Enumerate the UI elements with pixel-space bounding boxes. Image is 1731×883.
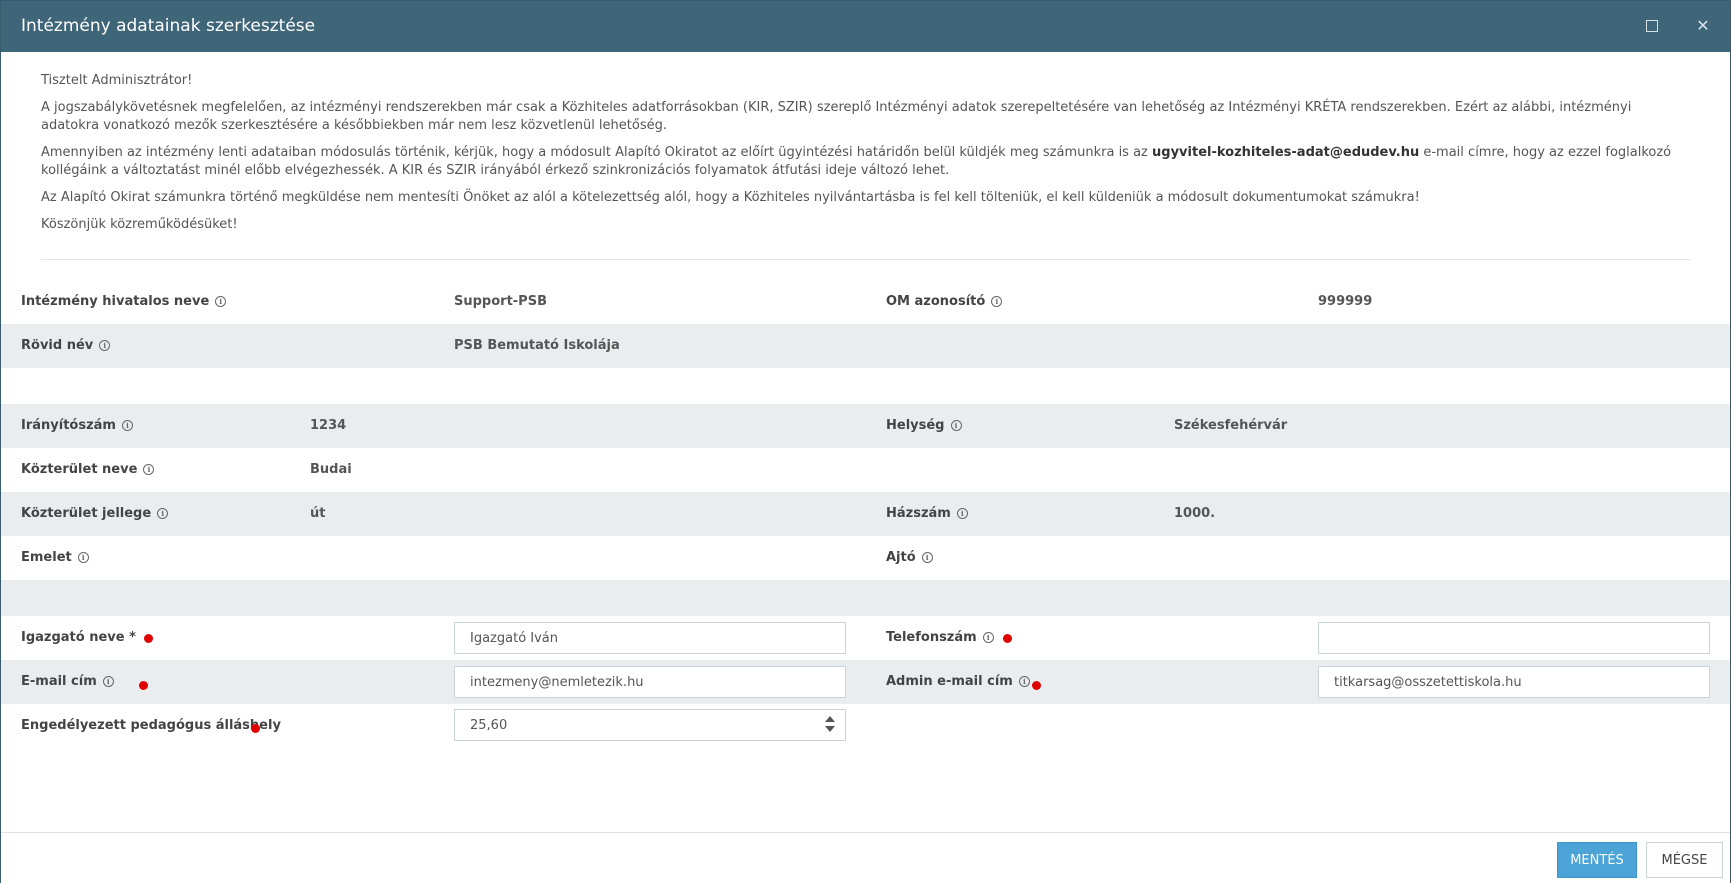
info-icon[interactable]: i [991,296,1003,307]
notice-paragraph-2: Amennyiben az intézmény lenti adataiban … [41,145,1672,178]
admin-email-input[interactable]: titkarsag@osszetettiskola.hu [1318,666,1710,698]
street-type-value: út [310,506,326,521]
street-label: Közterület neve i [21,462,155,477]
edit-institution-dialog: Intézmény adatainak szerkesztése ✕ Tiszt… [0,0,1731,883]
row-street-type: Közterület jellege i út Házszám i 1000. [1,492,1730,536]
info-icon[interactable]: i [99,340,111,351]
required-marker [1003,634,1012,643]
notice-paragraph-4: Köszönjük közreműködésüket! [41,217,238,232]
info-icon[interactable]: i [921,552,933,563]
phone-label: Telefonszám i [886,630,994,645]
director-name-input[interactable]: Igazgató Iván [454,622,846,654]
section-spacer [1,580,1730,616]
spinner-arrows-icon[interactable] [825,716,835,732]
floor-label: Emelet i [21,550,89,565]
divider [41,259,1691,260]
required-marker [1032,681,1041,690]
om-id-value: 999999 [1318,294,1373,309]
notice-paragraph-3: Az Alapító Okirat számunkra történő megk… [41,190,1420,205]
notice-paragraph-1: A jogszabálykövetésnek megfelelően, az i… [41,100,1632,133]
notice-text: Tisztelt Adminisztrátor! A jogszabályköv… [41,72,1691,243]
row-short-name: Rövid név i PSB Bemutató Iskolája [1,324,1730,368]
dialog-title: Intézmény adatainak szerkesztése [21,16,316,36]
city-value: Székesfehérvár [1174,418,1288,433]
street-type-label: Közterület jellege i [21,506,169,521]
row-street: Közterület neve i Budai [1,448,1730,492]
row-emails: E-mail cím i intezmeny@nemletezik.hu Admi… [1,660,1730,704]
notice-greeting: Tisztelt Adminisztrátor! [41,73,193,88]
official-name-value: Support-PSB [454,294,547,309]
admin-email-label: Admin e-mail cím i [886,674,1030,689]
info-icon[interactable]: i [121,420,133,431]
director-label: Igazgató neve * [21,630,136,645]
required-marker [139,681,148,690]
close-icon[interactable]: ✕ [1692,15,1714,37]
door-label: Ajtó i [886,550,933,565]
email-input[interactable]: intezmeny@nemletezik.hu [454,666,846,698]
row-zip-city: Irányítószám i 1234 Helység i Székesfehérv… [1,404,1730,448]
official-name-label: Intézmény hivatalos neve i [21,294,227,309]
teacher-positions-stepper[interactable]: 25,60 [454,709,846,741]
required-marker [144,634,153,643]
row-director-phone: Igazgató neve * Igazgató Iván Telefonszá… [1,616,1730,660]
dialog-titlebar: Intézmény adatainak szerkesztése ✕ [1,1,1730,52]
dialog-content: Tisztelt Adminisztrátor! A jogszabályköv… [1,52,1730,832]
teacher-positions-value: 25,60 [470,718,508,733]
house-number-value: 1000. [1174,506,1216,521]
info-icon[interactable]: i [1018,676,1030,687]
short-name-label: Rövid név i [21,338,111,353]
maximize-icon[interactable] [1641,15,1663,37]
save-button[interactable]: MENTÉS [1557,842,1637,878]
info-icon[interactable]: i [956,508,968,519]
zip-label: Irányítószám i [21,418,133,433]
city-label: Helység i [886,418,962,433]
email-label: E-mail cím i [21,674,114,689]
spinner-up-icon[interactable] [825,716,835,722]
info-icon[interactable]: i [982,632,994,643]
street-value: Budai [310,462,352,477]
info-icon[interactable]: i [102,676,114,687]
om-id-label: OM azonosító i [886,294,1003,309]
row-floor-door: Emelet i Ajtó i [1,536,1730,580]
teacher-positions-label: Engedélyezett pedagógus álláshely [21,718,281,733]
spinner-down-icon[interactable] [825,726,835,732]
short-name-value: PSB Bemutató Iskolája [454,338,620,353]
info-icon[interactable]: i [157,508,169,519]
info-icon[interactable]: i [143,464,155,475]
contact-email: ugyvitel-kozhiteles-adat@edudev.hu [1152,145,1420,160]
cancel-button[interactable]: MÉGSE [1646,842,1723,878]
info-icon[interactable]: i [215,296,227,307]
zip-value: 1234 [310,418,347,433]
house-number-label: Házszám i [886,506,968,521]
info-icon[interactable]: i [950,420,962,431]
row-official-name: Intézmény hivatalos neve i Support-PSB OM… [1,280,1730,324]
required-marker [251,724,260,733]
dialog-footer: MENTÉS MÉGSE [1,832,1730,883]
info-icon[interactable]: i [77,552,89,563]
row-teacher-positions: Engedélyezett pedagógus álláshely 25,60 [1,704,1730,748]
phone-input[interactable] [1318,622,1710,654]
